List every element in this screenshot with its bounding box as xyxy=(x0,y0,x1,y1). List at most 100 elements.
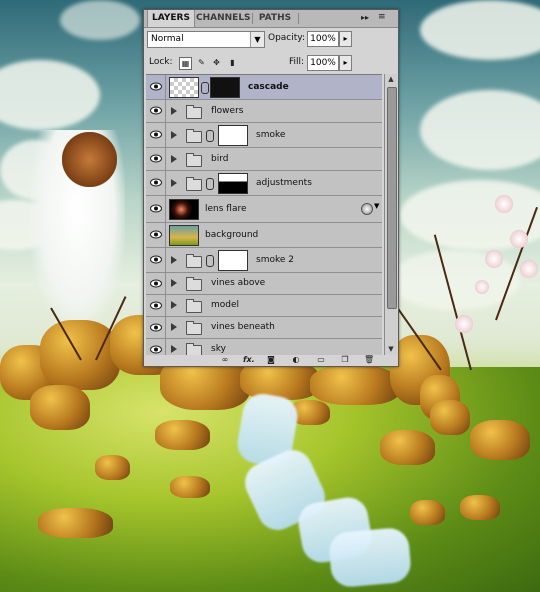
scrollbar-thumb[interactable] xyxy=(387,87,397,309)
eye-icon xyxy=(150,301,162,310)
layer-row-sky[interactable]: sky xyxy=(146,339,382,356)
layer-thumbnail[interactable] xyxy=(169,225,199,246)
fx-icon[interactable]: fx. xyxy=(243,355,255,365)
visibility-toggle[interactable] xyxy=(147,317,166,338)
lock-position-icon[interactable]: ✥ xyxy=(211,57,222,68)
layer-list: cascade flowers smoke bird adjustments l… xyxy=(146,74,382,356)
layer-mask-thumbnail[interactable] xyxy=(218,250,248,271)
lock-transparency-icon[interactable]: ▦ xyxy=(179,57,192,70)
layer-name[interactable]: sky xyxy=(211,344,226,354)
layer-row-bird[interactable]: bird xyxy=(146,148,382,171)
expand-triangle-icon[interactable] xyxy=(171,256,177,264)
layer-mask-thumbnail[interactable] xyxy=(210,77,240,98)
layer-row-flowers[interactable]: flowers xyxy=(146,100,382,123)
visibility-toggle[interactable] xyxy=(147,295,166,316)
layer-row-cascade[interactable]: cascade xyxy=(146,75,382,100)
fill-label: Fill: xyxy=(289,57,305,67)
eye-icon xyxy=(150,323,162,332)
lock-label: Lock: xyxy=(149,57,173,67)
expand-triangle-icon[interactable] xyxy=(171,107,177,115)
visibility-toggle[interactable] xyxy=(147,339,166,356)
layer-row-background[interactable]: background xyxy=(146,223,382,248)
expand-triangle-icon[interactable] xyxy=(171,323,177,331)
tab-layers[interactable]: LAYERS xyxy=(147,10,195,27)
link-chain-icon[interactable] xyxy=(206,255,214,267)
layer-name[interactable]: background xyxy=(205,230,258,240)
layer-name[interactable]: adjustments xyxy=(256,178,312,188)
layer-list-scrollbar[interactable]: ▲ ▼ xyxy=(384,74,397,355)
opacity-input[interactable]: 100% xyxy=(307,31,339,47)
expand-triangle-icon[interactable] xyxy=(171,131,177,139)
folder-icon xyxy=(186,105,202,119)
tab-channels[interactable]: CHANNELS xyxy=(196,10,251,27)
link-chain-icon[interactable] xyxy=(206,130,214,142)
new-layer-icon[interactable]: ❐ xyxy=(340,355,350,365)
mask-icon[interactable]: ◙ xyxy=(266,355,276,365)
new-group-icon[interactable]: ▭ xyxy=(316,355,326,365)
layer-thumbnail[interactable] xyxy=(169,199,199,220)
opacity-slider-button[interactable]: ▸ xyxy=(339,31,352,47)
visibility-toggle[interactable] xyxy=(147,273,166,294)
blend-mode-select[interactable]: Normal ▼ xyxy=(147,31,265,48)
scroll-down-icon[interactable]: ▼ xyxy=(385,344,397,355)
layer-name[interactable]: flowers xyxy=(211,106,243,116)
expand-triangle-icon[interactable] xyxy=(171,301,177,309)
expand-triangle-icon[interactable] xyxy=(171,345,177,353)
blend-mode-value: Normal xyxy=(151,34,184,44)
folder-icon xyxy=(186,153,202,167)
link-chain-icon[interactable] xyxy=(201,82,209,94)
layer-name[interactable]: smoke 2 xyxy=(256,255,294,265)
layer-row-smoke[interactable]: smoke xyxy=(146,123,382,148)
layer-name[interactable]: vines above xyxy=(211,278,265,288)
eye-icon xyxy=(150,279,162,288)
layer-row-model[interactable]: model xyxy=(146,295,382,317)
double-arrow-icon[interactable]: ▸▸ xyxy=(361,13,369,22)
lock-all-icon[interactable]: ▮ xyxy=(227,57,238,68)
layer-style-fx-icon[interactable] xyxy=(361,203,373,215)
panel-tab-bar: LAYERS CHANNELS PATHS ▸▸ ≡ xyxy=(144,10,398,28)
layer-name[interactable]: lens flare xyxy=(205,204,247,214)
tab-paths[interactable]: PATHS xyxy=(254,10,296,27)
chevron-down-icon[interactable]: ▼ xyxy=(374,202,379,210)
eye-icon xyxy=(150,345,162,354)
layer-row-adjustments[interactable]: adjustments xyxy=(146,171,382,196)
layer-name[interactable]: bird xyxy=(211,154,228,164)
visibility-toggle[interactable] xyxy=(147,100,166,122)
adjustment-icon[interactable]: ◐ xyxy=(291,355,301,365)
eye-icon xyxy=(150,130,162,139)
layer-name[interactable]: smoke xyxy=(256,130,285,140)
eye-icon xyxy=(150,154,162,163)
visibility-toggle[interactable] xyxy=(147,171,166,195)
visibility-toggle[interactable] xyxy=(147,75,166,99)
link-layers-icon[interactable]: ∞ xyxy=(220,355,230,365)
fill-input[interactable]: 100% xyxy=(307,55,339,71)
layer-row-lens-flare[interactable]: lens flare ▼ xyxy=(146,196,382,223)
visibility-toggle[interactable] xyxy=(147,196,166,222)
visibility-toggle[interactable] xyxy=(147,148,166,170)
layer-mask-thumbnail[interactable] xyxy=(218,173,248,194)
folder-icon xyxy=(186,299,202,313)
folder-icon xyxy=(186,177,202,191)
layer-name[interactable]: cascade xyxy=(248,82,289,92)
visibility-toggle[interactable] xyxy=(147,223,166,247)
panel-menu-icon[interactable]: ≡ xyxy=(378,12,386,22)
layer-row-vines-beneath[interactable]: vines beneath xyxy=(146,317,382,339)
layer-name[interactable]: vines beneath xyxy=(211,322,275,332)
link-chain-icon[interactable] xyxy=(206,178,214,190)
scroll-up-icon[interactable]: ▲ xyxy=(385,74,397,85)
layer-thumbnail[interactable] xyxy=(169,77,199,98)
expand-triangle-icon[interactable] xyxy=(171,279,177,287)
layer-mask-thumbnail[interactable] xyxy=(218,125,248,146)
trash-icon[interactable]: 🗑 xyxy=(364,355,374,365)
layer-row-smoke-2[interactable]: smoke 2 xyxy=(146,248,382,273)
eye-icon xyxy=(150,106,162,115)
visibility-toggle[interactable] xyxy=(147,123,166,147)
eye-icon xyxy=(150,230,162,239)
layer-row-vines-above[interactable]: vines above xyxy=(146,273,382,295)
expand-triangle-icon[interactable] xyxy=(171,155,177,163)
fill-slider-button[interactable]: ▸ xyxy=(339,55,352,71)
visibility-toggle[interactable] xyxy=(147,248,166,272)
lock-pixels-icon[interactable]: ✎ xyxy=(196,57,207,68)
expand-triangle-icon[interactable] xyxy=(171,179,177,187)
layer-name[interactable]: model xyxy=(211,300,239,310)
